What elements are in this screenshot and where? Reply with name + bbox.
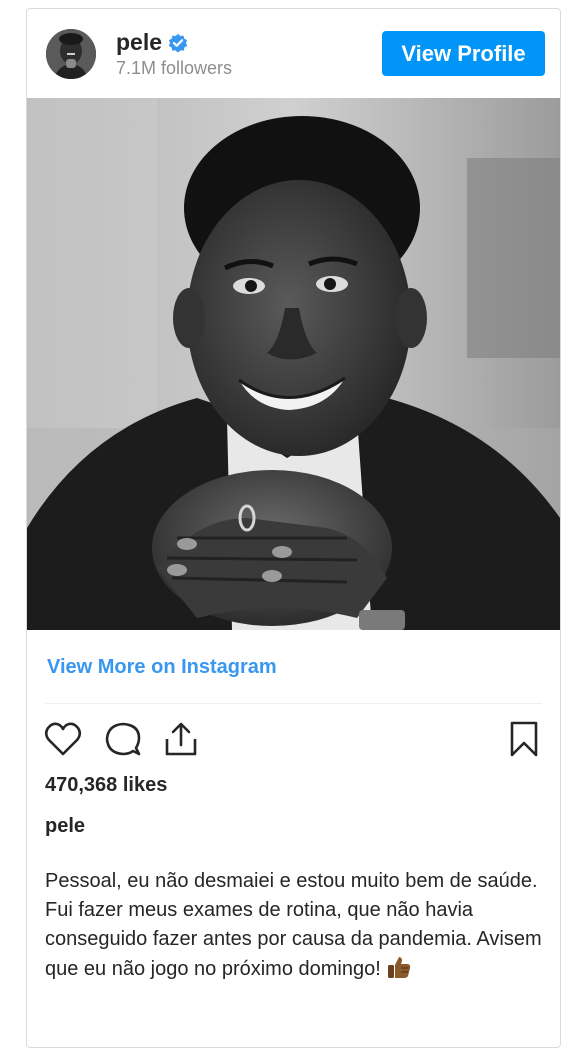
thumbs-up-icon (388, 957, 411, 978)
avatar-image (46, 29, 96, 79)
divider (45, 703, 542, 704)
like-count[interactable]: 470,368 likes (45, 773, 167, 797)
caption-username[interactable]: pele (45, 814, 85, 838)
follower-count: 7.1M followers (116, 58, 233, 78)
comment-bubble-icon[interactable] (103, 719, 143, 759)
caption-text: Pessoal, eu não desmaiei e estou muito b… (45, 870, 542, 980)
view-profile-button[interactable]: View Profile (382, 31, 545, 76)
heart-icon[interactable] (43, 719, 83, 759)
share-icon[interactable] (161, 719, 201, 759)
verified-badge-icon (168, 33, 188, 53)
view-more-on-instagram-link[interactable]: View More on Instagram (47, 655, 277, 679)
username[interactable]: pele (116, 28, 162, 56)
avatar[interactable] (46, 29, 96, 79)
post-photo[interactable] (27, 98, 560, 630)
instagram-embed-card: pele 7.1M followers View Profile View Mo… (26, 8, 561, 1048)
caption: Pessoal, eu não desmaiei e estou muito b… (45, 867, 550, 984)
portrait-image (27, 98, 560, 630)
bookmark-icon[interactable] (504, 719, 544, 759)
post-header: pele 7.1M followers View Profile (27, 9, 560, 98)
